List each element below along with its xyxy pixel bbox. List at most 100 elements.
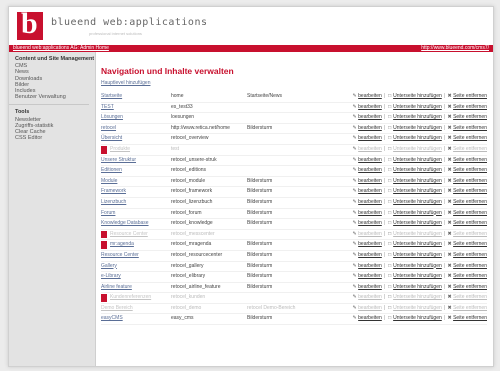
- add-subpage-link[interactable]: Unterseite hinzufügen: [393, 114, 442, 120]
- page-icon[interactable]: □: [387, 272, 392, 282]
- trash-icon[interactable]: ✖: [447, 92, 452, 102]
- pencil-icon[interactable]: ✎: [352, 251, 357, 261]
- delete-page-link[interactable]: Seite entfernen: [453, 263, 487, 269]
- page-icon[interactable]: □: [387, 134, 392, 144]
- page-icon[interactable]: □: [387, 145, 392, 155]
- trash-icon[interactable]: ✖: [447, 251, 452, 261]
- edit-link[interactable]: bearbeiten: [358, 178, 382, 184]
- add-subpage-link[interactable]: Unterseite hinzufügen: [393, 241, 442, 247]
- page-name-link[interactable]: Resource Center: [101, 251, 139, 261]
- trash-icon[interactable]: ✖: [447, 113, 452, 123]
- page-name-link[interactable]: easyCMS: [101, 314, 123, 324]
- pencil-icon[interactable]: ✎: [352, 145, 357, 155]
- trash-icon[interactable]: ✖: [447, 134, 452, 144]
- page-name-link[interactable]: Module: [101, 177, 117, 187]
- trash-icon[interactable]: ✖: [447, 124, 452, 134]
- delete-page-link[interactable]: Seite entfernen: [453, 93, 487, 99]
- page-icon[interactable]: □: [387, 177, 392, 187]
- add-subpage-link[interactable]: Unterseite hinzufügen: [393, 157, 442, 163]
- edit-link[interactable]: bearbeiten: [358, 231, 382, 237]
- page-name-link[interactable]: Framework: [101, 187, 126, 197]
- page-icon[interactable]: □: [387, 240, 392, 250]
- pencil-icon[interactable]: ✎: [352, 177, 357, 187]
- add-subpage-link[interactable]: Unterseite hinzufügen: [393, 135, 442, 141]
- delete-page-link[interactable]: Seite entfernen: [453, 199, 487, 205]
- page-name-link[interactable]: TEST: [101, 103, 114, 113]
- delete-page-link[interactable]: Seite entfernen: [453, 188, 487, 194]
- trash-icon[interactable]: ✖: [447, 304, 452, 314]
- delete-page-link[interactable]: Seite entfernen: [453, 220, 487, 226]
- page-icon[interactable]: □: [387, 187, 392, 197]
- add-subpage-link[interactable]: Unterseite hinzufügen: [393, 125, 442, 131]
- trash-icon[interactable]: ✖: [447, 230, 452, 240]
- trash-icon[interactable]: ✖: [447, 166, 452, 176]
- admin-home-link[interactable]: blueend web:applications AG: Admin Home: [13, 45, 109, 52]
- edit-link[interactable]: bearbeiten: [358, 284, 382, 290]
- pencil-icon[interactable]: ✎: [352, 219, 357, 229]
- delete-page-link[interactable]: Seite entfernen: [453, 241, 487, 247]
- page-icon[interactable]: □: [387, 209, 392, 219]
- delete-page-link[interactable]: Seite entfernen: [453, 315, 487, 321]
- delete-page-link[interactable]: Seite entfernen: [453, 284, 487, 290]
- add-subpage-link[interactable]: Unterseite hinzufügen: [393, 167, 442, 173]
- delete-page-link[interactable]: Seite entfernen: [453, 252, 487, 258]
- pencil-icon[interactable]: ✎: [352, 230, 357, 240]
- pencil-icon[interactable]: ✎: [352, 124, 357, 134]
- pencil-icon[interactable]: ✎: [352, 293, 357, 303]
- page-name-link[interactable]: retocel: [101, 124, 116, 134]
- edit-link[interactable]: bearbeiten: [358, 252, 382, 258]
- edit-link[interactable]: bearbeiten: [358, 199, 382, 205]
- add-subpage-link[interactable]: Unterseite hinzufügen: [393, 220, 442, 226]
- pencil-icon[interactable]: ✎: [352, 240, 357, 250]
- edit-link[interactable]: bearbeiten: [358, 220, 382, 226]
- page-icon[interactable]: □: [387, 251, 392, 261]
- page-icon[interactable]: □: [387, 304, 392, 314]
- trash-icon[interactable]: ✖: [447, 240, 452, 250]
- page-name-link[interactable]: Knowledge Database: [101, 219, 149, 229]
- delete-page-link[interactable]: Seite entfernen: [453, 305, 487, 311]
- page-name-link[interactable]: Startseite: [101, 92, 122, 102]
- edit-link[interactable]: bearbeiten: [358, 104, 382, 110]
- page-name-link[interactable]: e-Library: [101, 272, 121, 282]
- trash-icon[interactable]: ✖: [447, 145, 452, 155]
- add-subpage-link[interactable]: Unterseite hinzufügen: [393, 199, 442, 205]
- page-name-link[interactable]: Kundenreferenzen: [110, 293, 151, 303]
- page-name-link[interactable]: Gallery: [101, 262, 117, 272]
- trash-icon[interactable]: ✖: [447, 293, 452, 303]
- page-name-link[interactable]: Lösungen: [101, 113, 123, 123]
- trash-icon[interactable]: ✖: [447, 219, 452, 229]
- add-subpage-link[interactable]: Unterseite hinzufügen: [393, 210, 442, 216]
- page-name-link[interactable]: mr:agenda: [110, 240, 134, 250]
- trash-icon[interactable]: ✖: [447, 187, 452, 197]
- pencil-icon[interactable]: ✎: [352, 262, 357, 272]
- trash-icon[interactable]: ✖: [447, 156, 452, 166]
- delete-page-link[interactable]: Seite entfernen: [453, 273, 487, 279]
- page-icon[interactable]: □: [387, 124, 392, 134]
- delete-page-link[interactable]: Seite entfernen: [453, 146, 487, 152]
- edit-link[interactable]: bearbeiten: [358, 273, 382, 279]
- trash-icon[interactable]: ✖: [447, 272, 452, 282]
- trash-icon[interactable]: ✖: [447, 262, 452, 272]
- edit-link[interactable]: bearbeiten: [358, 167, 382, 173]
- page-icon[interactable]: □: [387, 166, 392, 176]
- trash-icon[interactable]: ✖: [447, 177, 452, 187]
- page-icon[interactable]: □: [387, 293, 392, 303]
- page-name-link[interactable]: Airline feature: [101, 283, 132, 293]
- edit-link[interactable]: bearbeiten: [358, 263, 382, 269]
- trash-icon[interactable]: ✖: [447, 283, 452, 293]
- add-subpage-link[interactable]: Unterseite hinzufügen: [393, 146, 442, 152]
- edit-link[interactable]: bearbeiten: [358, 146, 382, 152]
- add-subpage-link[interactable]: Unterseite hinzufügen: [393, 178, 442, 184]
- trash-icon[interactable]: ✖: [447, 103, 452, 113]
- add-main-level-link[interactable]: Hauptlevel hinzufügen: [101, 80, 150, 86]
- page-name-link[interactable]: Lizenzbuch: [101, 198, 126, 208]
- page-icon[interactable]: □: [387, 219, 392, 229]
- delete-page-link[interactable]: Seite entfernen: [453, 167, 487, 173]
- edit-link[interactable]: bearbeiten: [358, 241, 382, 247]
- page-name-link[interactable]: Produkte: [110, 145, 130, 155]
- page-name-link[interactable]: Resource Center: [110, 230, 148, 240]
- edit-link[interactable]: bearbeiten: [358, 114, 382, 120]
- blueend-logo[interactable]: b: [17, 9, 43, 40]
- page-icon[interactable]: □: [387, 230, 392, 240]
- page-icon[interactable]: □: [387, 113, 392, 123]
